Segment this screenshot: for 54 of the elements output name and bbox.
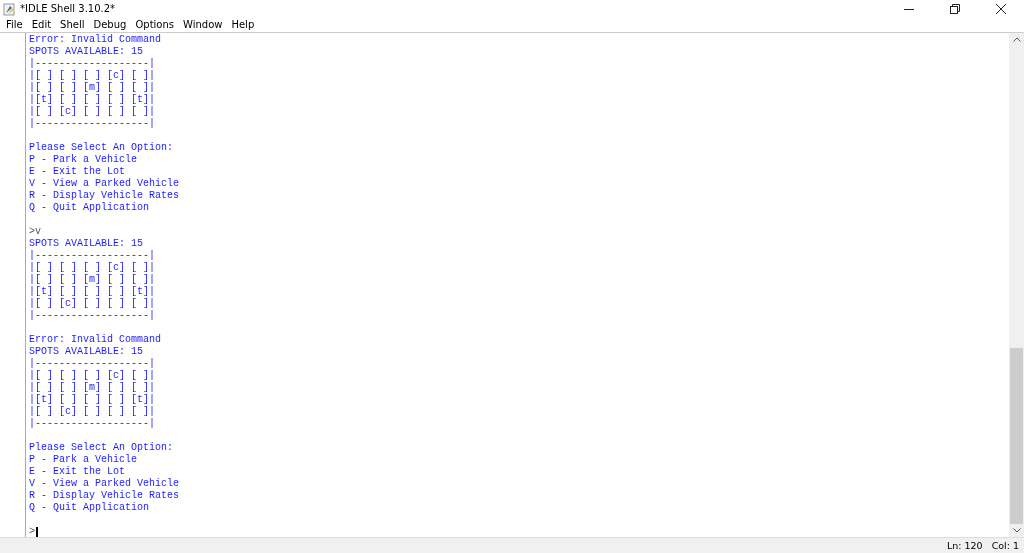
output-line: |[ ] [c] [ ] [ ] [ ]|	[29, 106, 156, 118]
output-line: |-------------------|	[29, 58, 156, 70]
menu-item[interactable]: Debug	[89, 19, 132, 30]
menu-item[interactable]: Edit	[27, 19, 57, 30]
python-icon	[3, 1, 17, 16]
close-icon	[996, 3, 1006, 14]
output-line: |-------------------|	[29, 118, 156, 130]
output-line: V - View a Parked Vehicle	[29, 178, 180, 190]
output-line: |[t] [ ] [ ] [ ] [t]|	[29, 94, 156, 106]
output-line: |[ ] [ ] [m] [ ] [ ]|	[29, 382, 156, 394]
line-number: Ln: 120	[946, 540, 983, 551]
menu-item[interactable]: Help	[227, 19, 260, 30]
output-line: SPOTS AVAILABLE: 15	[29, 46, 144, 58]
menu-item[interactable]: File	[2, 19, 28, 30]
output-line: |[ ] [c] [ ] [ ] [ ]|	[29, 406, 156, 418]
output-line: |[ ] [ ] [ ] [c] [ ]|	[29, 262, 156, 274]
scroll-down-icon[interactable]	[1012, 528, 1021, 533]
prompt-line: >	[29, 526, 35, 538]
prompt-line: >v	[29, 226, 41, 238]
output-line: |[ ] [ ] [ ] [c] [ ]|	[29, 370, 156, 382]
output-line: Error: Invalid Command	[29, 34, 162, 46]
output-line: |-------------------|	[29, 250, 156, 262]
column-number: Col: 1	[991, 540, 1019, 551]
output-line: |[t] [ ] [ ] [ ] [t]|	[29, 286, 156, 298]
output-line: |[ ] [c] [ ] [ ] [ ]|	[29, 298, 156, 310]
output-line: Error: Invalid Command	[29, 334, 162, 346]
output-line: Please Select An Option:	[29, 142, 174, 154]
output-line: |[t] [ ] [ ] [ ] [t]|	[29, 394, 156, 406]
scrollbar[interactable]	[1009, 33, 1024, 537]
output-line: SPOTS AVAILABLE: 15	[29, 346, 144, 358]
output-line: E - Exit the Lot	[29, 466, 125, 478]
output-line: P - Park a Vehicle	[29, 454, 138, 466]
output-line: SPOTS AVAILABLE: 15	[29, 238, 144, 250]
output-line: |-------------------|	[29, 310, 156, 322]
menu-item[interactable]: Window	[179, 19, 228, 30]
output-line: P - Park a Vehicle	[29, 154, 138, 166]
output-line: R - Display Vehicle Rates	[29, 190, 180, 202]
output-line: Please Select An Option:	[29, 442, 174, 454]
output-line: |-------------------|	[29, 358, 156, 370]
output-line: E - Exit the Lot	[29, 166, 125, 178]
scroll-up-icon[interactable]	[1012, 37, 1021, 42]
output-line: R - Display Vehicle Rates	[29, 490, 180, 502]
output-line: |[ ] [ ] [ ] [c] [ ]|	[29, 70, 156, 82]
output-line: |-------------------|	[29, 418, 156, 430]
scroll-thumb[interactable]	[1010, 348, 1023, 524]
output-line: V - View a Parked Vehicle	[29, 478, 180, 490]
output-line: Q - Quit Application	[29, 202, 150, 214]
output-line: |[ ] [ ] [m] [ ] [ ]|	[29, 274, 156, 286]
output-line: Q - Quit Application	[29, 502, 150, 514]
restore-icon	[950, 3, 960, 14]
output-line: |[ ] [ ] [m] [ ] [ ]|	[29, 82, 156, 94]
menu-item[interactable]: Shell	[56, 19, 90, 30]
menu-item[interactable]: Options	[131, 19, 179, 30]
window-title: *IDLE Shell 3.10.2*	[20, 3, 116, 14]
